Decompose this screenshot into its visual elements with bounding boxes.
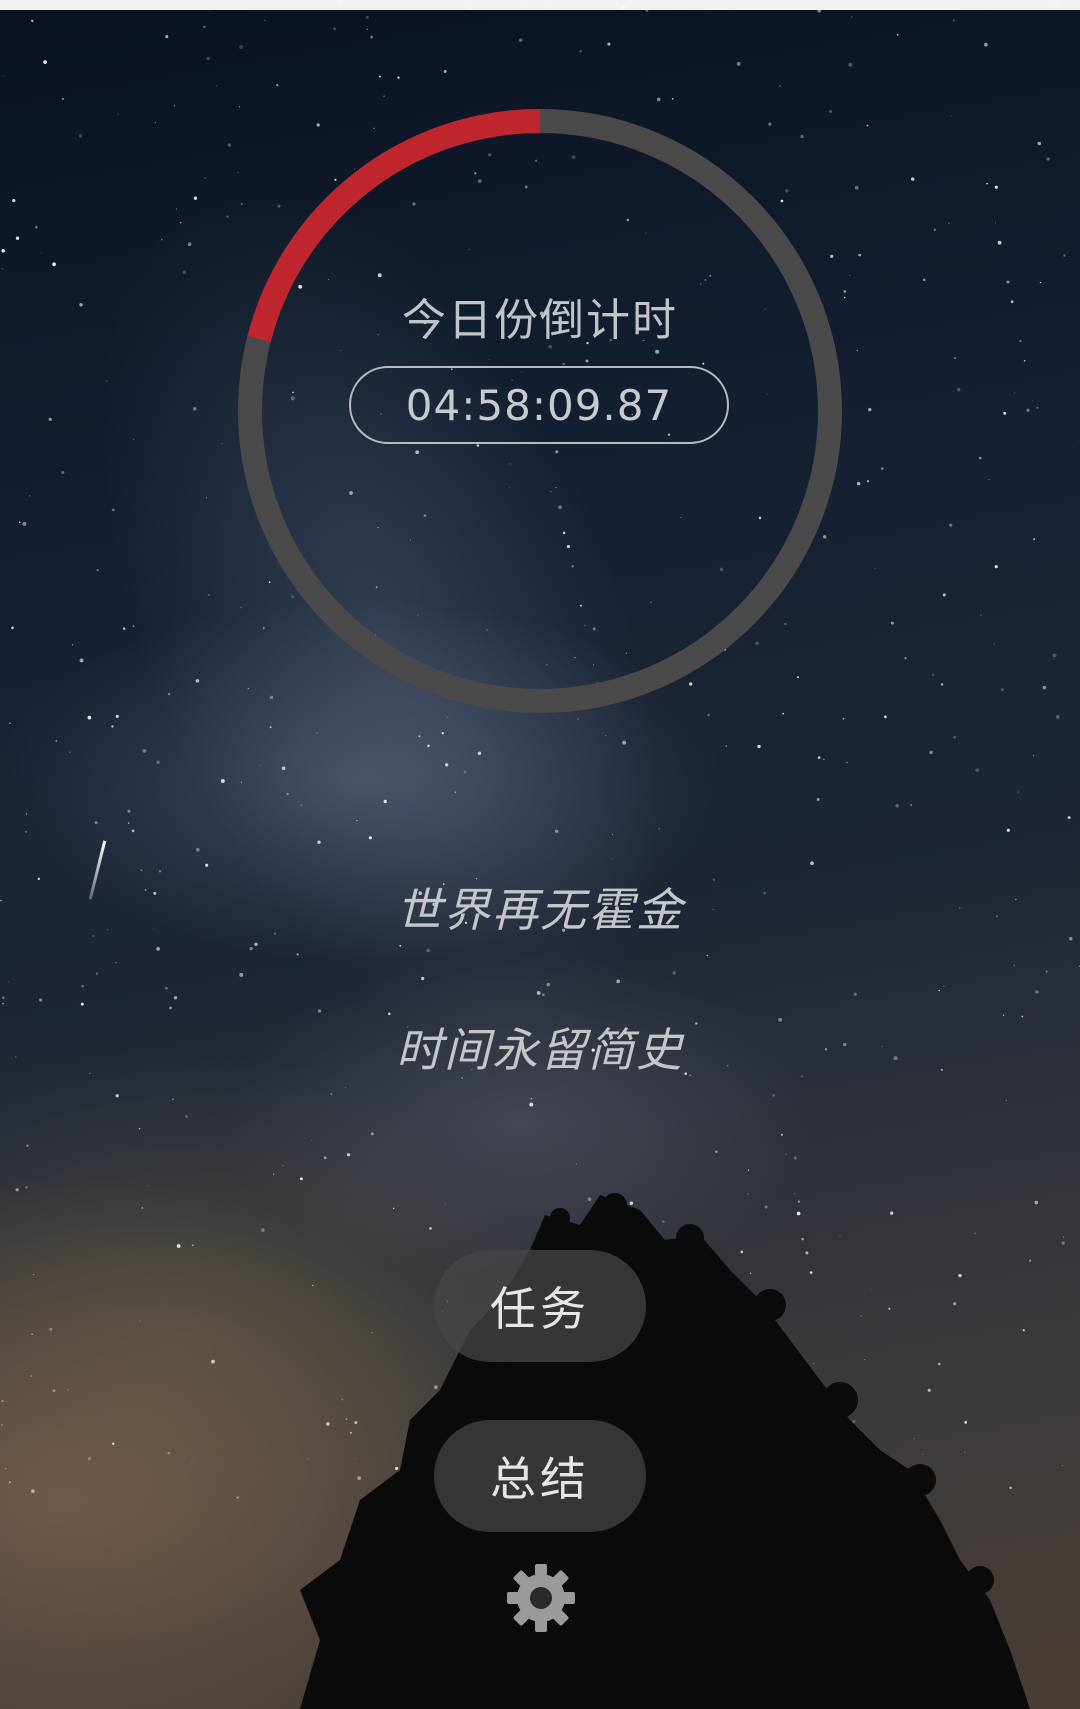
gear-icon[interactable] [505,1562,577,1634]
countdown-time-value: 04:58:09.87 [405,380,673,430]
task-button[interactable]: 任务 [434,1250,646,1362]
countdown-title: 今日份倒计时 [402,295,678,346]
countdown-screen: 今日份倒计时 04:58:09.87 世界再无霍金 时间永留简史 任务 总结 [0,0,1080,1709]
quote-line-1: 世界再无霍金 [396,883,684,937]
summary-button[interactable]: 总结 [434,1420,646,1532]
countdown-timer: 04:58:09.87 [349,366,729,444]
quote-line-2: 时间永留简史 [396,1023,684,1077]
